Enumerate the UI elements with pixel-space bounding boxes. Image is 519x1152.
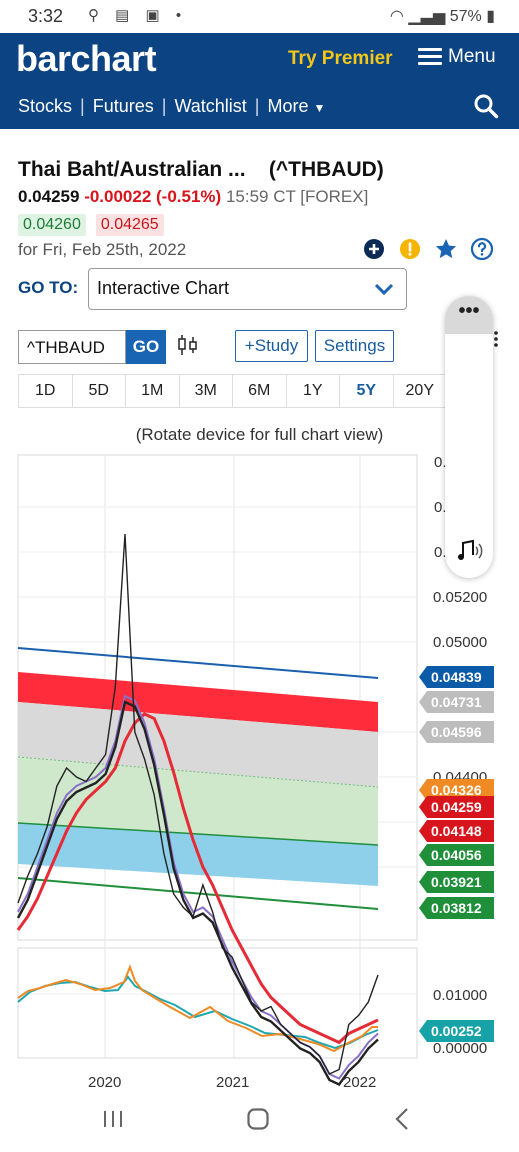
osc-label-text: 0.00252	[431, 1023, 482, 1039]
period-tabs: 1D 5D 1M 3M 6M 1Y 5Y 20Y	[18, 374, 446, 408]
add-study-button[interactable]: +Study	[235, 330, 308, 362]
candlestick-icon[interactable]	[177, 333, 199, 357]
status-time: 3:32	[28, 6, 64, 26]
rotate-hint: (Rotate device for full chart view)	[135, 425, 384, 444]
period-tab-5y[interactable]: 5Y	[339, 375, 393, 407]
help-icon[interactable]	[470, 237, 494, 261]
barchart-logo[interactable]: barchart	[16, 38, 157, 80]
price-label-text: 0.04326	[431, 782, 482, 798]
period-tab-20y[interactable]: 20Y	[392, 375, 447, 407]
caret-down-icon: ▼	[313, 101, 326, 115]
nav-futures[interactable]: Futures	[93, 96, 154, 117]
goto-selected-value: Interactive Chart	[97, 278, 230, 298]
more-vertical-icon[interactable]	[493, 330, 499, 348]
price-label-text: 0.04056	[431, 847, 482, 863]
period-tab-6m[interactable]: 6M	[232, 375, 286, 407]
goto-select[interactable]: Interactive Chart	[88, 268, 407, 310]
period-tab-1d[interactable]: 1D	[18, 375, 72, 407]
search-icon[interactable]	[473, 93, 499, 119]
signal-icon: ▁▃▅	[408, 8, 446, 25]
quote-actions	[362, 237, 494, 261]
menu-button[interactable]: Menu	[418, 46, 496, 68]
price-label-text: 0.04148	[431, 823, 482, 839]
system-nav-bar	[0, 1087, 519, 1152]
nav-watchlist[interactable]: Watchlist	[174, 96, 246, 117]
music-note-icon[interactable]	[455, 539, 483, 563]
price-chart[interactable]: 0. 0. 0. 0.05200 0.05000 0.04400 0.01000…	[0, 450, 519, 1090]
more-options-icon[interactable]: •••	[445, 296, 493, 334]
price-label-text: 0.04596	[431, 724, 482, 740]
period-tab-1y[interactable]: 1Y	[285, 375, 340, 407]
site-header: barchart Try Premier Menu Stocks | Future…	[0, 33, 519, 129]
battery-text: 57%	[449, 8, 482, 25]
hamburger-icon	[418, 48, 442, 66]
recent-apps-icon[interactable]	[102, 1109, 124, 1129]
osc-tick-label: 0.00000	[433, 1040, 487, 1057]
status-right: ◠ ▁▃▅ 57% ▮	[390, 6, 495, 26]
chevron-down-icon	[374, 283, 394, 296]
page-title: Thai Baht/Australian ... (^THBAUD)	[18, 158, 384, 182]
star-icon[interactable]	[434, 237, 458, 261]
symbol-input[interactable]: ^THBAUD	[18, 330, 126, 364]
price-label-text: 0.04259	[431, 799, 482, 815]
ask-price: 0.04265	[95, 214, 164, 236]
bid-price: 0.04260	[18, 214, 86, 236]
go-button[interactable]: GO	[126, 330, 166, 364]
y-tick-label: 0.05000	[433, 634, 487, 651]
price-change: -0.00022 (-0.51%)	[84, 187, 222, 206]
try-premier-link[interactable]: Try Premier	[288, 48, 393, 70]
wifi-icon: ◠	[389, 8, 404, 25]
main-nav: Stocks | Futures | Watchlist | More ▼	[18, 96, 326, 117]
battery-icon: ▮	[486, 8, 495, 25]
floating-toolbar[interactable]: •••	[445, 296, 493, 578]
status-bar: 3:32 ⚲ ▤ ▣ • ◠ ▁▃▅ 57% ▮	[0, 0, 519, 33]
quote-date: for Fri, Feb 25th, 2022	[18, 240, 187, 259]
back-icon[interactable]	[394, 1107, 410, 1131]
osc-tick-label: 0.01000	[433, 987, 487, 1004]
price-label-text: 0.03812	[431, 900, 482, 916]
period-tab-5d[interactable]: 5D	[71, 375, 126, 407]
oscillator-plot-area	[17, 947, 418, 1059]
instrument-symbol: (^THBAUD)	[268, 158, 384, 181]
nav-stocks[interactable]: Stocks	[18, 96, 72, 117]
bid-ask: 0.04260 0.04265	[18, 214, 164, 236]
quote-time: 15:59 CT [FOREX]	[225, 187, 369, 206]
nav-more[interactable]: More ▼	[267, 96, 325, 117]
goto-label: GO TO:	[18, 278, 79, 297]
home-icon[interactable]	[246, 1107, 270, 1131]
chart-settings-button[interactable]: Settings	[315, 330, 394, 362]
notification-icons: ⚲ ▤ ▣ •	[88, 7, 188, 24]
price-label-text: 0.04839	[431, 669, 482, 685]
period-tab-1m[interactable]: 1M	[125, 375, 179, 407]
price-label-text: 0.03921	[431, 874, 482, 890]
period-tab-3m[interactable]: 3M	[178, 375, 233, 407]
instrument-name: Thai Baht/Australian ...	[18, 158, 246, 181]
price-label-text: 0.04731	[431, 694, 482, 710]
last-price: 0.04259	[18, 187, 80, 206]
y-tick-label: 0.05200	[433, 589, 487, 606]
menu-label: Menu	[448, 46, 496, 67]
add-icon[interactable]	[362, 237, 386, 261]
quote-line: 0.04259 -0.00022 (-0.51%) 15:59 CT [FORE…	[18, 187, 368, 207]
alert-icon[interactable]	[398, 237, 422, 261]
